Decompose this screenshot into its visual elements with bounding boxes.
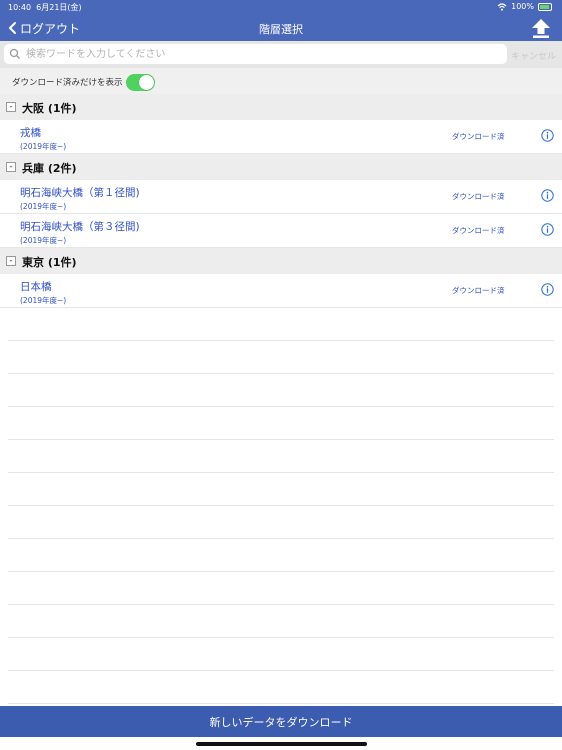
search-bar: キャンセル <box>0 41 562 68</box>
section-header-hyogo: - 兵庫 (2件) <box>0 154 562 180</box>
battery-icon <box>538 2 552 11</box>
item-subtitle: (2019年度~) <box>20 202 67 211</box>
download-new-data-button[interactable]: 新しいデータをダウンロード <box>0 706 562 737</box>
section-title: 東京 (1件) <box>22 256 77 269</box>
wifi-icon <box>497 2 507 11</box>
collapse-button[interactable]: - <box>6 162 16 172</box>
bridge-list: - 大阪 (1件) 戎橋 (2019年度~) ダウンロード済 - 兵庫 (2件)… <box>0 94 562 704</box>
item-subtitle: (2019年度~) <box>20 236 67 245</box>
list-item[interactable]: 戎橋 (2019年度~) ダウンロード済 <box>0 120 562 154</box>
item-name[interactable]: 明石海峡大橋（第３径間) <box>20 219 140 234</box>
download-status: ダウンロード済 <box>452 192 505 201</box>
search-field[interactable] <box>4 44 507 64</box>
empty-row <box>8 539 554 572</box>
page-title: 階層選択 <box>259 23 303 36</box>
empty-row <box>8 374 554 407</box>
empty-row <box>8 407 554 440</box>
info-icon[interactable] <box>541 129 554 142</box>
section-header-tokyo: - 東京 (1件) <box>0 248 562 274</box>
item-name[interactable]: 明石海峡大橋（第１径間) <box>20 185 140 200</box>
empty-row <box>8 308 554 341</box>
empty-row <box>8 473 554 506</box>
toggle-knob <box>139 75 154 90</box>
info-icon[interactable] <box>541 223 554 236</box>
search-icon <box>9 48 20 59</box>
section-header-osaka: - 大阪 (1件) <box>0 94 562 120</box>
cancel-button[interactable]: キャンセル <box>511 49 556 62</box>
downloaded-only-toggle[interactable] <box>126 74 155 91</box>
upload-icon[interactable] <box>530 17 552 39</box>
collapse-button[interactable]: - <box>6 102 16 112</box>
empty-row <box>8 440 554 473</box>
home-indicator <box>196 742 367 746</box>
empty-row <box>8 605 554 638</box>
status-date: 6月21日(金) <box>36 3 82 12</box>
downloaded-filter-row: ダウンロード済みだけを表示 <box>0 68 562 94</box>
download-status: ダウンロード済 <box>452 286 505 295</box>
battery-percent: 100% <box>511 2 534 11</box>
list-item[interactable]: 日本橋 (2019年度~) ダウンロード済 <box>0 274 562 308</box>
info-icon[interactable] <box>541 189 554 202</box>
empty-row <box>8 506 554 539</box>
empty-row <box>8 638 554 671</box>
section-title: 兵庫 (2件) <box>22 162 77 175</box>
item-subtitle: (2019年度~) <box>20 296 67 305</box>
status-time: 10:40 6月21日(金) <box>8 2 82 13</box>
empty-row <box>8 572 554 605</box>
info-icon[interactable] <box>541 283 554 296</box>
item-name[interactable]: 戎橋 <box>20 125 41 140</box>
download-status: ダウンロード済 <box>452 226 505 235</box>
empty-row <box>8 671 554 704</box>
item-name[interactable]: 日本橋 <box>20 279 52 294</box>
filter-label: ダウンロード済みだけを表示 <box>12 78 123 88</box>
download-status: ダウンロード済 <box>452 132 505 141</box>
list-item[interactable]: 明石海峡大橋（第３径間) (2019年度~) ダウンロード済 <box>0 214 562 248</box>
collapse-button[interactable]: - <box>6 256 16 266</box>
status-right: 100% <box>497 2 552 11</box>
status-clock: 10:40 <box>8 3 32 12</box>
empty-row <box>8 341 554 374</box>
navigation-bar: 10:40 6月21日(金) 100% ログアウト 階層選択 <box>0 0 562 41</box>
item-subtitle: (2019年度~) <box>20 142 67 151</box>
list-item[interactable]: 明石海峡大橋（第１径間) (2019年度~) ダウンロード済 <box>0 180 562 214</box>
section-title: 大阪 (1件) <box>22 102 77 115</box>
search-input[interactable] <box>24 47 498 61</box>
